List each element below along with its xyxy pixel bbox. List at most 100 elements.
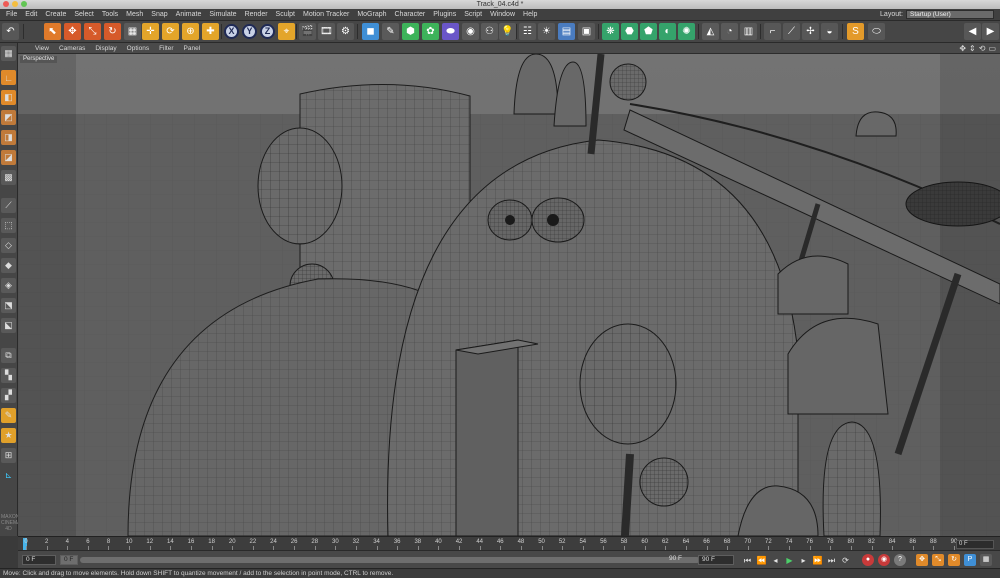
next-key-icon[interactable]: ⏩ — [812, 555, 823, 566]
array-icon[interactable]: ✿ — [422, 23, 439, 40]
menu-character[interactable]: Character — [391, 9, 430, 21]
orbit-view-icon[interactable]: ⟲ — [979, 43, 986, 54]
undo-icon[interactable]: ↶ — [2, 23, 19, 40]
bend-deformer-icon[interactable]: ⌐ — [764, 23, 781, 40]
loop-icon[interactable]: ⟳ — [840, 555, 851, 566]
rotate-icon[interactable]: ↻ — [104, 23, 121, 40]
menu-window[interactable]: Window — [486, 9, 519, 21]
menu-edit[interactable]: Edit — [21, 9, 41, 21]
maximize-view-icon[interactable]: ▭ — [988, 43, 996, 54]
rotation-key-icon[interactable]: ↻ — [948, 554, 960, 566]
menu-snap[interactable]: Snap — [147, 9, 171, 21]
menu-script[interactable]: Script — [460, 9, 486, 21]
scale-icon[interactable]: ⤡ — [84, 23, 101, 40]
viewport-menu-display[interactable]: Display — [90, 43, 121, 54]
minimize-window-icon[interactable] — [12, 1, 18, 7]
mograph-fracture-icon[interactable]: ⬣ — [621, 23, 638, 40]
position-key-icon[interactable]: ✥ — [916, 554, 928, 566]
layout-dropdown[interactable]: Startup (User) — [906, 10, 994, 19]
pla-key-icon[interactable]: ▦ — [980, 554, 992, 566]
plugin-icon[interactable]: ⬭ — [868, 23, 885, 40]
point-mode-icon[interactable]: ◪ — [1, 150, 16, 165]
menu-animate[interactable]: Animate — [172, 9, 206, 21]
end-frame-field[interactable]: 90 F — [698, 555, 734, 565]
grid-settings-icon[interactable]: ⊞ — [1, 448, 16, 463]
object-mode-icon[interactable]: ◧ — [1, 90, 16, 105]
paint-icon[interactable]: ✎ — [1, 408, 16, 423]
close-window-icon[interactable] — [3, 1, 9, 7]
ik-icon[interactable]: ✢ — [802, 23, 819, 40]
object-manager-icon[interactable]: ▥ — [740, 23, 757, 40]
world-coordinates-icon[interactable]: ⌖ — [278, 23, 295, 40]
mograph-cloner-icon[interactable]: ❋ — [602, 23, 619, 40]
brush-icon[interactable]: ⟋ — [1, 198, 16, 213]
material-icon[interactable]: ◭ — [702, 23, 719, 40]
make-editable-icon[interactable]: ▦ — [1, 46, 16, 61]
display-mode-icon[interactable]: ☷ — [519, 23, 536, 40]
menu-motion-tracker[interactable]: Motion Tracker — [299, 9, 353, 21]
next-frame-icon[interactable]: ▸ — [798, 555, 809, 566]
z-axis-lock-button[interactable]: Z — [260, 24, 275, 39]
goto-start-icon[interactable]: ⏮ — [742, 555, 753, 566]
max-range-field[interactable]: 90 F — [666, 555, 694, 565]
menu-select[interactable]: Select — [70, 9, 97, 21]
favorite-icon[interactable]: ★ — [1, 428, 16, 443]
deformer-icon[interactable]: ⬬ — [442, 23, 459, 40]
camera-icon[interactable]: ◉ — [462, 23, 479, 40]
menu-help[interactable]: Help — [519, 9, 541, 21]
perspective-viewport[interactable]: Perspective — [18, 54, 1000, 536]
model-mode-icon[interactable]: ∟ — [1, 70, 16, 85]
uv-points-icon[interactable]: ◆ — [1, 258, 16, 273]
menu-tools[interactable]: Tools — [98, 9, 122, 21]
cube-icon[interactable]: ◼ — [362, 23, 379, 40]
joint-icon[interactable]: ⟋ — [783, 23, 800, 40]
move-tool-icon[interactable]: ✛ — [142, 23, 159, 40]
light-icon[interactable]: 💡 — [499, 23, 516, 40]
menu-mograph[interactable]: MoGraph — [353, 9, 390, 21]
current-frame-field[interactable]: 0 F — [956, 540, 994, 549]
menu-file[interactable]: File — [2, 9, 21, 21]
start-frame-field[interactable]: 0 F — [22, 555, 56, 565]
y-axis-lock-button[interactable]: Y — [242, 24, 257, 39]
record-active-icon[interactable]: ● — [862, 554, 874, 566]
mograph-text-icon[interactable]: ◐ — [659, 23, 676, 40]
move-icon[interactable]: ✥ — [64, 23, 81, 40]
menu-plugins[interactable]: Plugins — [429, 9, 460, 21]
floor-icon[interactable]: ⚇ — [481, 23, 498, 40]
uv-polygons-icon[interactable]: ◈ — [1, 278, 16, 293]
preview-range-slider[interactable] — [80, 557, 700, 563]
sky-icon[interactable]: ▤ — [558, 23, 575, 40]
zoom-view-icon[interactable]: ⇕ — [969, 43, 976, 54]
pan-view-icon[interactable]: ✥ — [959, 43, 966, 54]
snapping-icon[interactable]: ⧉ — [1, 348, 16, 363]
render-view-icon[interactable]: 🎬 — [299, 23, 316, 40]
spline-pen-icon[interactable]: ✎ — [382, 23, 399, 40]
timeline-ruler[interactable]: 0 2 4 6 8 10 12 14 16 18 20 22 24 26 28 30 32 34 36 38 40 42 4… — [18, 536, 1000, 550]
prev-key-icon[interactable]: ⏪ — [756, 555, 767, 566]
prev-layout-icon[interactable]: ◀ — [964, 23, 981, 40]
polygon-mode-icon[interactable]: ◇ — [1, 238, 16, 253]
scale-key-icon[interactable]: ⤡ — [932, 554, 944, 566]
play-icon[interactable]: ▶ — [784, 555, 795, 566]
selection-box-icon[interactable]: ✚ — [202, 23, 219, 40]
viewport-menu-options[interactable]: Options — [122, 43, 154, 54]
workplane-icon[interactable]: ▚ — [1, 368, 16, 383]
keyframe-selection-icon[interactable]: ? — [894, 554, 906, 566]
viewport-menu-cameras[interactable]: Cameras — [54, 43, 90, 54]
light-settings-icon[interactable]: ☀ — [538, 23, 555, 40]
tweak-mode-icon[interactable]: ⬔ — [1, 298, 16, 313]
zoom-window-icon[interactable] — [21, 1, 27, 7]
edge-mode-icon[interactable]: ⬚ — [1, 218, 16, 233]
soft-selection-icon[interactable]: ⬕ — [1, 318, 16, 333]
goto-end-icon[interactable]: ⏭ — [826, 555, 837, 566]
render-picture-viewer-icon[interactable]: 🎞 — [318, 23, 335, 40]
sculpt-brush-icon[interactable]: ◒ — [821, 23, 838, 40]
checker-icon[interactable]: ▩ — [1, 170, 16, 185]
prev-frame-icon[interactable]: ◂ — [770, 555, 781, 566]
mograph-random-icon[interactable]: ✺ — [678, 23, 695, 40]
viewport-menu-filter[interactable]: Filter — [154, 43, 178, 54]
x-axis-lock-button[interactable]: X — [224, 24, 239, 39]
viewport-menu-view[interactable]: View — [30, 43, 54, 54]
texture-mode-icon[interactable]: ◩ — [1, 110, 16, 125]
tag-icon[interactable]: ◔ — [721, 23, 738, 40]
